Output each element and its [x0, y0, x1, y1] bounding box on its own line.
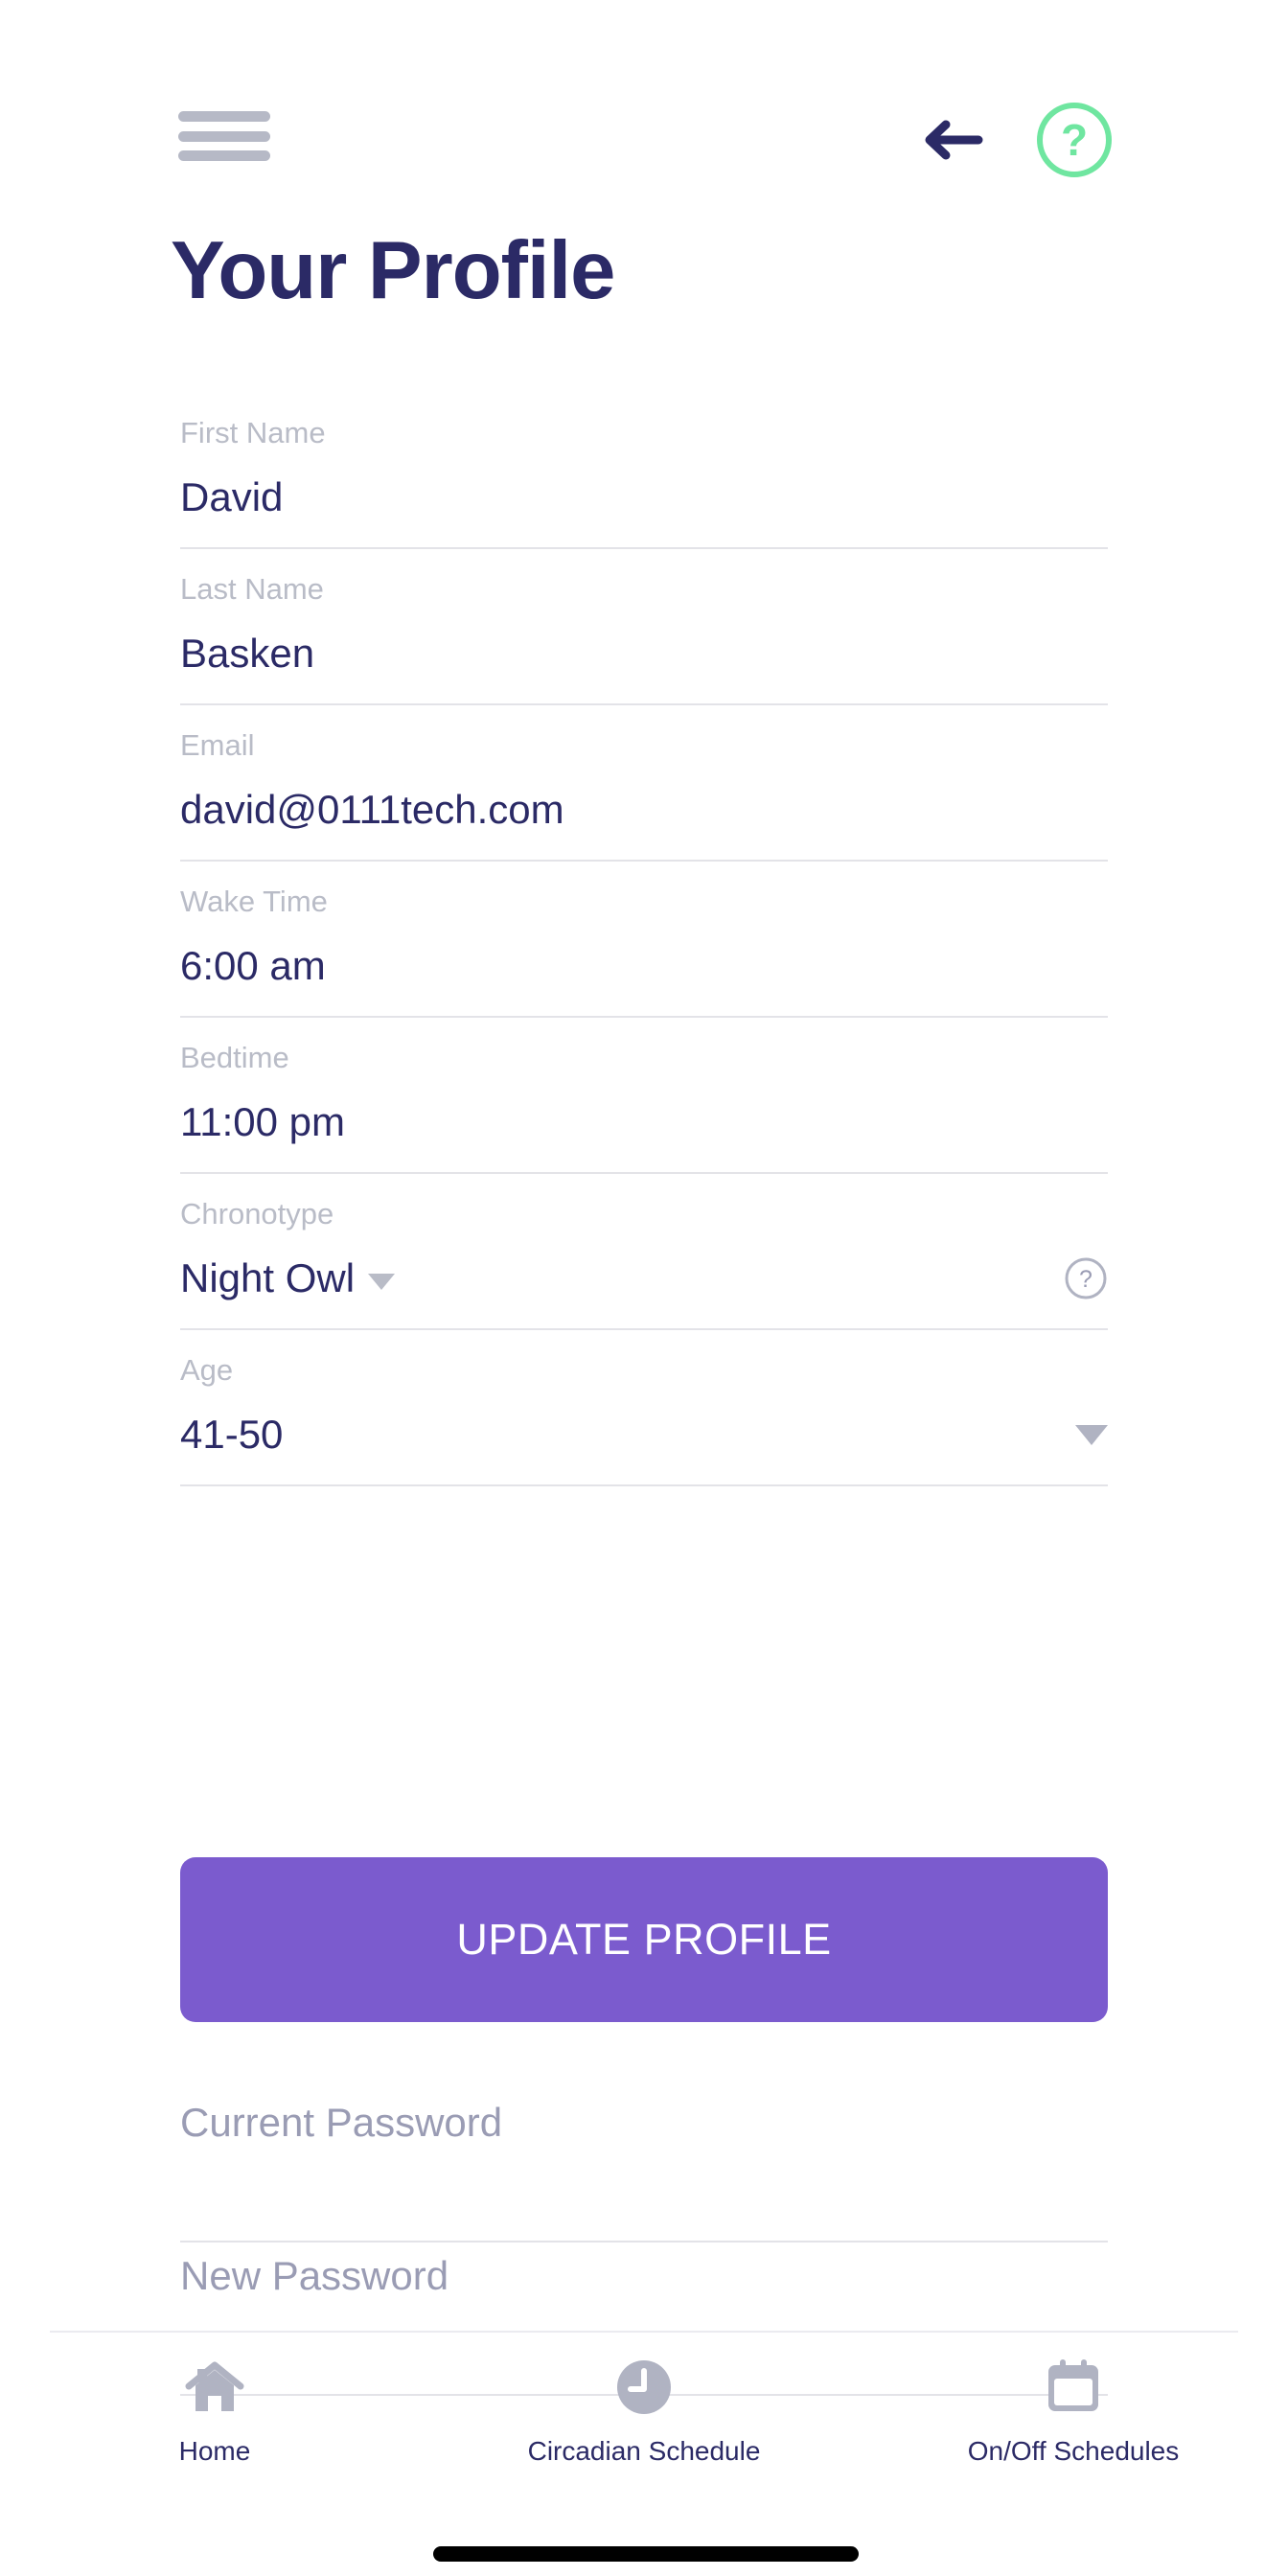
- field-divider: [180, 1484, 1108, 1486]
- svg-text:?: ?: [1061, 115, 1088, 165]
- chronotype-select[interactable]: Night Owl: [180, 1255, 396, 1300]
- nav-item-circadian-schedule[interactable]: Circadian Schedule: [429, 2333, 859, 2486]
- first-name-input[interactable]: David: [180, 477, 283, 518]
- calendar-icon: [1043, 2346, 1104, 2428]
- field-last-name[interactable]: Last Name Basken: [180, 549, 1108, 705]
- field-chronotype[interactable]: Chronotype Night Owl ?: [180, 1174, 1108, 1330]
- field-value-row[interactable]: Night Owl ?: [180, 1229, 1108, 1328]
- field-label: Chronotype: [180, 1197, 334, 1230]
- hamburger-menu-icon[interactable]: [178, 111, 270, 161]
- update-profile-button[interactable]: UPDATE PROFILE: [180, 1857, 1108, 2022]
- field-label: Email: [180, 728, 255, 762]
- nav-item-home[interactable]: Home: [0, 2333, 429, 2486]
- field-label: Bedtime: [180, 1041, 289, 1074]
- home-indicator[interactable]: [433, 2546, 859, 2562]
- home-icon: [183, 2346, 246, 2428]
- field-value-row[interactable]: 41-50: [180, 1385, 1108, 1484]
- help-circle-small-icon[interactable]: ?: [1064, 1256, 1108, 1300]
- field-current-password[interactable]: Current Password: [180, 2089, 1108, 2241]
- profile-form: First Name David Last Name Basken Email …: [0, 393, 1288, 1486]
- bedtime-input[interactable]: 11:00 pm: [180, 1102, 345, 1142]
- svg-text:?: ?: [1079, 1266, 1092, 1293]
- wake-time-input[interactable]: 6:00 am: [180, 946, 326, 986]
- help-circle-icon[interactable]: ?: [1035, 101, 1114, 179]
- hamburger-bar: [178, 150, 270, 161]
- field-email[interactable]: Email david@0111tech.com: [180, 705, 1108, 862]
- profile-screen: ? Your Profile First Name David Last Nam…: [0, 0, 1288, 2576]
- nav-label: Home: [178, 2436, 251, 2466]
- nav-label: On/Off Schedules: [967, 2436, 1180, 2466]
- back-arrow-icon[interactable]: [915, 104, 988, 176]
- age-select[interactable]: 41-50: [180, 1414, 283, 1455]
- new-password-input[interactable]: New Password: [180, 2242, 448, 2296]
- field-first-name[interactable]: First Name David: [180, 393, 1108, 549]
- last-name-input[interactable]: Basken: [180, 633, 314, 674]
- hamburger-bar: [178, 111, 270, 122]
- field-value-row[interactable]: Basken: [180, 604, 1108, 703]
- field-value-row[interactable]: 6:00 am: [180, 916, 1108, 1016]
- bottom-navigation: Home Circadian Schedule On/Off Schedules: [0, 2333, 1288, 2486]
- field-label: Wake Time: [180, 885, 328, 918]
- field-value-row[interactable]: 11:00 pm: [180, 1072, 1108, 1172]
- nav-label: Circadian Schedule: [527, 2436, 761, 2466]
- field-wake-time[interactable]: Wake Time 6:00 am: [180, 862, 1108, 1018]
- field-bedtime[interactable]: Bedtime 11:00 pm: [180, 1018, 1108, 1174]
- field-label: Last Name: [180, 572, 324, 606]
- chevron-down-icon[interactable]: [368, 1273, 396, 1290]
- email-input[interactable]: david@0111tech.com: [180, 790, 564, 830]
- hamburger-bar: [178, 130, 270, 142]
- top-bar: ?: [0, 96, 1288, 182]
- current-password-input[interactable]: Current Password: [180, 2089, 502, 2143]
- field-age[interactable]: Age 41-50: [180, 1330, 1108, 1486]
- field-value-row[interactable]: David: [180, 448, 1108, 547]
- field-value-row[interactable]: david@0111tech.com: [180, 760, 1108, 860]
- chronotype-value: Night Owl: [180, 1255, 356, 1300]
- page-title: Your Profile: [171, 225, 615, 316]
- field-label: Age: [180, 1353, 234, 1387]
- chevron-down-icon[interactable]: [1075, 1424, 1108, 1445]
- field-label: First Name: [180, 416, 326, 449]
- clock-icon: [614, 2346, 674, 2428]
- nav-item-onoff-schedules[interactable]: On/Off Schedules: [859, 2333, 1288, 2486]
